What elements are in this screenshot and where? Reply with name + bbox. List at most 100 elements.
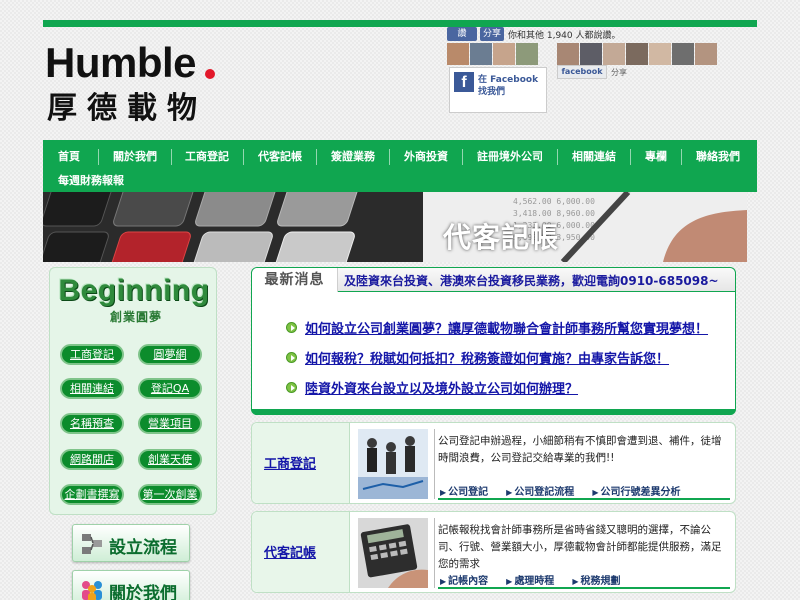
facebook-icon: f [454, 72, 474, 92]
nav-item-offshore[interactable]: 註冊境外公司 [477, 148, 543, 166]
news-link[interactable]: 如何設立公司創業圓夢？讓厚德載物聯合會計師事務所幫您實現夢想！ [305, 318, 708, 337]
avatar[interactable] [603, 43, 625, 65]
nav-divider [389, 149, 390, 165]
facebook-like-button[interactable]: 讚 [447, 27, 477, 41]
service-image-calculator [358, 518, 428, 588]
news-item: 陸資外資來台設立以及境外設立公司如何辦理？ [286, 378, 578, 397]
service-description: 記帳報稅找會計師事務所是省時省錢又聰明的選擇，不論公司、行號、營業額大小，厚德載… [438, 524, 722, 570]
main-nav: 首頁 關於我們 工商登記 代客記帳 簽證業務 外商投資 註冊境外公司 相關連結 … [43, 140, 757, 192]
avatar[interactable] [470, 43, 492, 65]
svg-text:3,418.00 8,960.00: 3,418.00 8,960.00 [513, 209, 595, 218]
nav-divider [462, 149, 463, 165]
sidebar-title: Beginning [58, 274, 210, 307]
service-link[interactable]: 公司登記 [440, 483, 488, 498]
avatar[interactable] [695, 43, 717, 65]
nav-divider [98, 149, 99, 165]
service-underline [438, 498, 730, 500]
service-link[interactable]: 處理時程 [506, 572, 554, 587]
nav-divider [243, 149, 244, 165]
service-link[interactable]: 稅務規劃 [572, 572, 620, 587]
news-item: 如何報稅？稅賦如何抵扣？稅務簽證如何實施？由專家告訴您！ [286, 348, 669, 367]
nav-item-registration[interactable]: 工商登記 [185, 148, 229, 166]
service-description: 公司登記申辦過程，小細節稍有不慎即會遭到退、補件，徒增時間浪費，公司登記交給專業… [438, 435, 722, 464]
facebook-share-button[interactable]: 分享 [480, 27, 504, 41]
news-link[interactable]: 陸資外資來台設立以及境外設立公司如何辦理？ [305, 378, 578, 397]
news-header: 最新消息 及陸資來台投資、港澳來台投資移民業務，歡迎電詢0910-685098~ [252, 268, 735, 292]
arrow-bullet-icon [286, 322, 297, 333]
banner-title: 代客記帳 [443, 221, 560, 254]
avatar[interactable] [493, 43, 515, 65]
nav-divider [557, 149, 558, 165]
service-box-registration: 工商登記 公司登記申辦過程，小細節稍有不慎即會遭到退、補件，徒增時間浪費，公司登… [251, 422, 736, 504]
sidebar-beginning: Beginning 創業圓夢 工商登記 圓夢網 相關連結 登記QA 名稱預查 營… [49, 267, 217, 515]
nav-row-2: 每週財務報報 [43, 168, 124, 194]
flow-icon [82, 534, 102, 554]
news-tab[interactable]: 最新消息 [252, 268, 338, 292]
service-link[interactable]: 公司登記流程 [506, 483, 574, 498]
service-links: 公司登記 公司登記流程 公司行號差異分析 [440, 483, 680, 498]
avatar[interactable] [557, 43, 579, 65]
news-marquee[interactable]: 及陸資來台投資、港澳來台投資移民業務，歡迎電詢0910-685098~ [344, 272, 719, 289]
sidebar-item-links[interactable]: 相關連結 [60, 378, 124, 399]
nav-divider [316, 149, 317, 165]
facebook-find-us-line2: 找我們 [478, 87, 506, 97]
facebook-friend-faces [447, 43, 538, 65]
avatar[interactable] [626, 43, 648, 65]
service-link[interactable]: 公司行號差異分析 [592, 483, 680, 498]
about-us-button[interactable]: 關於我們 [72, 570, 190, 600]
service-title-panel: 工商登記 [252, 423, 350, 503]
avatar[interactable] [672, 43, 694, 65]
service-link[interactable]: 記帳內容 [440, 572, 488, 587]
calculator-pen-illustration: 4,562.00 6,000.00 3,418.00 8,960.00 1,23… [43, 192, 747, 262]
sidebar-item-angel[interactable]: 創業天使 [138, 449, 202, 470]
logo-red-dot [205, 69, 215, 79]
nav-item-attestation[interactable]: 簽證業務 [331, 148, 375, 166]
sidebar-item-business-items[interactable]: 營業項目 [138, 413, 202, 434]
service-title[interactable]: 工商登記 [264, 453, 316, 472]
setup-process-label: 設立流程 [109, 538, 177, 558]
service-title[interactable]: 代客記帳 [264, 542, 316, 561]
nav-item-contact[interactable]: 聯絡我們 [696, 148, 740, 166]
avatar[interactable] [516, 43, 538, 65]
service-image-business [358, 429, 428, 499]
avatar[interactable] [447, 43, 469, 65]
sidebar-item-first-startup[interactable]: 第一次創業 [138, 484, 202, 505]
sidebar-item-name-check[interactable]: 名稱預查 [60, 413, 124, 434]
logo-subtitle: 厚德載物 [47, 91, 207, 126]
nav-item-weekly-finance[interactable]: 每週財務報報 [58, 172, 124, 190]
news-link[interactable]: 如何報稅？稅賦如何抵扣？稅務簽證如何實施？由專家告訴您！ [305, 348, 669, 367]
sidebar-item-dream-site[interactable]: 圓夢網 [138, 344, 202, 365]
sidebar-item-registration[interactable]: 工商登記 [60, 344, 124, 365]
facebook-like-count: 你和其他 1,940 人都說讚。 [508, 31, 621, 41]
facebook-friend-faces-2 [557, 43, 717, 65]
nav-item-about[interactable]: 關於我們 [113, 148, 157, 166]
avatar[interactable] [649, 43, 671, 65]
nav-item-home[interactable]: 首頁 [58, 148, 80, 166]
news-item: 如何設立公司創業圓夢？讓厚德載物聯合會計師事務所幫您實現夢想！ [286, 318, 708, 337]
nav-row-1: 首頁 關於我們 工商登記 代客記帳 簽證業務 外商投資 註冊境外公司 相關連結 … [43, 144, 740, 170]
banner: 4,562.00 6,000.00 3,418.00 8,960.00 1,23… [43, 192, 747, 262]
people-icon [82, 581, 102, 600]
sidebar-item-registration-qa[interactable]: 登記QA [138, 378, 202, 399]
nav-divider [630, 149, 631, 165]
nav-item-column[interactable]: 專欄 [645, 148, 667, 166]
nav-item-foreign-investment[interactable]: 外商投資 [404, 148, 448, 166]
facebook-badge-share[interactable]: 分享 [611, 67, 627, 78]
nav-item-bookkeeping[interactable]: 代客記帳 [258, 148, 302, 166]
svg-text:4,562.00 6,000.00: 4,562.00 6,000.00 [513, 197, 595, 206]
sidebar-item-online-store[interactable]: 網路開店 [60, 449, 124, 470]
setup-process-button[interactable]: 設立流程 [72, 524, 190, 562]
facebook-find-us-button[interactable]: f 在 Facebook 找我們 [449, 67, 547, 113]
service-box-bookkeeping: 代客記帳 記帳報稅找會計師事務所是省時省錢又聰明的選擇，不論公司、行號、營業額大… [251, 511, 736, 593]
arrow-bullet-icon [286, 352, 297, 363]
top-green-line [43, 20, 757, 27]
sidebar-subtitle: 創業圓夢 [110, 310, 163, 324]
avatar[interactable] [580, 43, 602, 65]
nav-item-links[interactable]: 相關連結 [572, 148, 616, 166]
logo-wordmark[interactable]: Humble [45, 42, 197, 84]
facebook-badge[interactable]: facebook [557, 65, 607, 79]
sidebar-item-business-plan[interactable]: 企劃書撰寫 [60, 484, 124, 505]
facebook-widget: 讚 分享 你和其他 1,940 人都說讚。 f 在 Facebook 找我們 f… [447, 27, 725, 113]
about-us-label: 關於我們 [109, 584, 177, 600]
divider [434, 518, 435, 588]
